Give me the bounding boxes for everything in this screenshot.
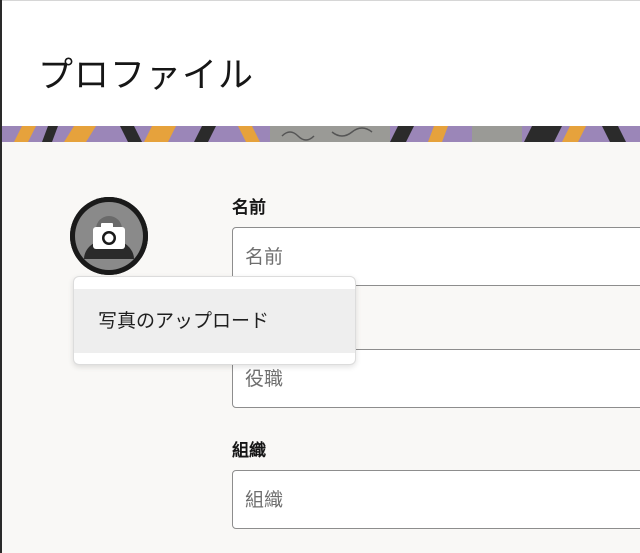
upload-photo-menu-item[interactable]: 写真のアップロード (74, 289, 355, 353)
camera-icon (70, 197, 148, 275)
page-header: プロファイル (2, 0, 640, 126)
page-title: プロファイル (38, 56, 255, 96)
avatar-popup-menu: 写真のアップロード (73, 276, 356, 365)
decorative-banner (2, 126, 640, 142)
organization-label: 組織 (232, 441, 266, 461)
avatar-upload-button[interactable] (70, 197, 148, 275)
organization-input[interactable] (232, 470, 640, 529)
name-label: 名前 (232, 198, 266, 218)
